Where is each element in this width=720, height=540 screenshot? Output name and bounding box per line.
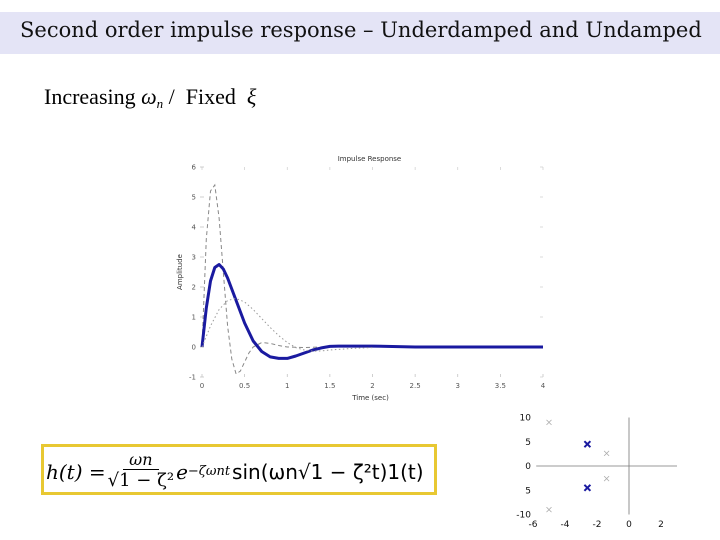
- x-tick-label: 0.5: [239, 382, 250, 390]
- formula-rest: sin(ωn√1 − ζ²t)1(t): [232, 459, 424, 484]
- formula-box: h(t) = ωn √1 − ζ² e −ζωnt sin(ωn√1 − ζ²t)…: [41, 444, 437, 495]
- x-tick-label: 4: [541, 382, 546, 390]
- chart-title: Impulse Response: [338, 155, 402, 163]
- formula-numerator: ωn: [123, 451, 159, 470]
- x-tick-label: 2.5: [410, 382, 421, 390]
- impulse-response-formula: h(t) = ωn √1 − ζ² e −ζωnt sin(ωn√1 − ζ²t)…: [46, 451, 424, 492]
- y-tick-label: 5: [192, 194, 196, 202]
- pz-y-tick-label: -10: [516, 511, 531, 521]
- formula-lhs: h(t) =: [46, 459, 106, 484]
- formula-fraction: ωn √1 − ζ²: [108, 451, 174, 492]
- x-tick-label: 0: [200, 382, 204, 390]
- y-tick-label: 4: [192, 224, 197, 232]
- pz-x-tick-label: -4: [561, 520, 570, 530]
- pz-x-tick-label: 0: [626, 520, 632, 530]
- x-tick-label: 3: [456, 382, 460, 390]
- pz-x-tick-label: 2: [658, 520, 664, 530]
- formula-exp-base: e: [176, 459, 188, 484]
- pz-y-tick-label: 0: [525, 462, 531, 472]
- y-tick-label: -1: [189, 374, 196, 382]
- pz-x-tick-label: -2: [593, 520, 602, 530]
- pz-x-tick-label: -6: [529, 520, 538, 530]
- x-axis-label: Time (sec): [351, 394, 389, 402]
- pz-y-tick-label: 5: [525, 486, 531, 496]
- pz-y-tick-label: 10: [520, 414, 532, 424]
- series-solid-line: [200, 263, 543, 360]
- x-tick-label: 1: [285, 382, 289, 390]
- x-tick-label: 2: [370, 382, 374, 390]
- y-tick-label: 1: [192, 314, 196, 322]
- y-axis-label: Amplitude: [176, 254, 184, 290]
- x-tick-label: 3.5: [495, 382, 506, 390]
- formula-exponent: −ζωnt: [187, 464, 231, 479]
- y-tick-label: 2: [192, 284, 196, 292]
- y-tick-label: 0: [192, 344, 196, 352]
- y-tick-label: 6: [192, 164, 197, 172]
- y-tick-label: 3: [192, 254, 196, 262]
- formula-denominator: √1 − ζ²: [107, 470, 175, 491]
- x-tick-label: 1.5: [324, 382, 335, 390]
- pz-y-tick-label: 5: [525, 438, 531, 448]
